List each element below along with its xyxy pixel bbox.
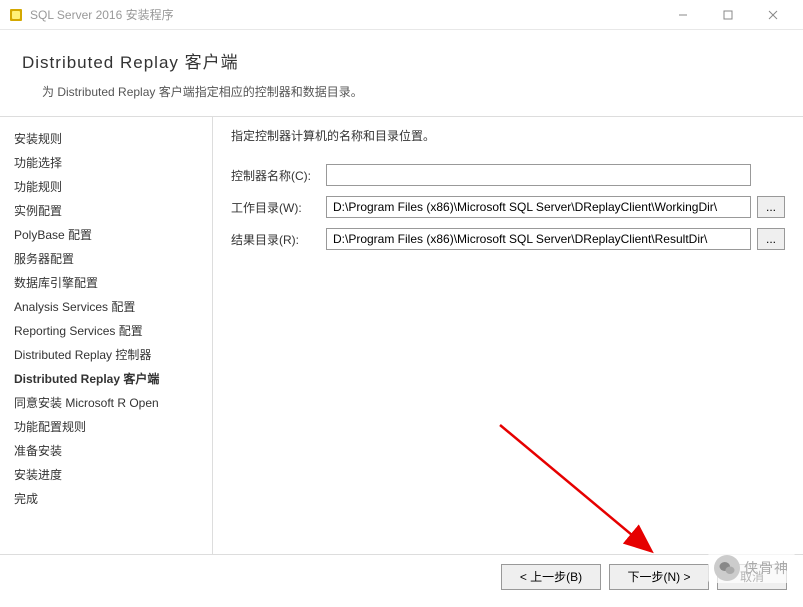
minimize-button[interactable]	[660, 1, 705, 29]
controller-label: 控制器名称(C):	[231, 167, 326, 184]
sidebar-item-5[interactable]: 服务器配置	[14, 247, 212, 271]
sidebar-item-7[interactable]: Analysis Services 配置	[14, 295, 212, 319]
sidebar-item-4[interactable]: PolyBase 配置	[14, 223, 212, 247]
page-title: Distributed Replay 客户端	[22, 48, 781, 73]
wechat-watermark: 侠骨神	[708, 553, 795, 583]
sidebar-item-0[interactable]: 安装规则	[14, 127, 212, 151]
sidebar-item-9[interactable]: Distributed Replay 控制器	[14, 343, 212, 367]
sidebar-item-8[interactable]: Reporting Services 配置	[14, 319, 212, 343]
sidebar-item-3[interactable]: 实例配置	[14, 199, 212, 223]
sidebar-item-2[interactable]: 功能规则	[14, 175, 212, 199]
page-header: Distributed Replay 客户端 为 Distributed Rep…	[0, 30, 803, 117]
workdir-input[interactable]	[326, 196, 751, 218]
wechat-icon	[714, 555, 740, 581]
sidebar-item-1[interactable]: 功能选择	[14, 151, 212, 175]
next-button[interactable]: 下一步(N) >	[609, 564, 709, 590]
sidebar-item-15[interactable]: 完成	[14, 487, 212, 511]
titlebar: SQL Server 2016 安装程序	[0, 0, 803, 30]
resultdir-browse-button[interactable]: ...	[757, 228, 785, 250]
sidebar-item-14[interactable]: 安装进度	[14, 463, 212, 487]
resultdir-input[interactable]	[326, 228, 751, 250]
back-button[interactable]: < 上一步(B)	[501, 564, 601, 590]
controller-row: 控制器名称(C):	[231, 164, 785, 186]
sidebar-item-6[interactable]: 数据库引擎配置	[14, 271, 212, 295]
workdir-row: 工作目录(W): ...	[231, 196, 785, 218]
workdir-browse-button[interactable]: ...	[757, 196, 785, 218]
footer-bar: < 上一步(B) 下一步(N) > 取消	[0, 554, 803, 598]
content-area: 安装规则功能选择功能规则实例配置PolyBase 配置服务器配置数据库引擎配置A…	[0, 117, 803, 554]
sidebar-item-11[interactable]: 同意安装 Microsoft R Open	[14, 391, 212, 415]
maximize-button[interactable]	[705, 1, 750, 29]
sidebar-item-12[interactable]: 功能配置规则	[14, 415, 212, 439]
wechat-text: 侠骨神	[744, 558, 789, 578]
sidebar-item-13[interactable]: 准备安装	[14, 439, 212, 463]
app-icon	[8, 7, 24, 23]
close-button[interactable]	[750, 1, 795, 29]
controller-input[interactable]	[326, 164, 751, 186]
instruction-text: 指定控制器计算机的名称和目录位置。	[231, 127, 785, 144]
workdir-label: 工作目录(W):	[231, 199, 326, 216]
window-title: SQL Server 2016 安装程序	[30, 6, 660, 23]
window-controls	[660, 1, 795, 29]
sidebar-item-10[interactable]: Distributed Replay 客户端	[14, 367, 212, 391]
sidebar: 安装规则功能选择功能规则实例配置PolyBase 配置服务器配置数据库引擎配置A…	[0, 117, 212, 554]
resultdir-label: 结果目录(R):	[231, 231, 326, 248]
page-subtitle: 为 Distributed Replay 客户端指定相应的控制器和数据目录。	[22, 83, 781, 100]
main-panel: 指定控制器计算机的名称和目录位置。 控制器名称(C): 工作目录(W): ...…	[212, 117, 803, 554]
resultdir-row: 结果目录(R): ...	[231, 228, 785, 250]
